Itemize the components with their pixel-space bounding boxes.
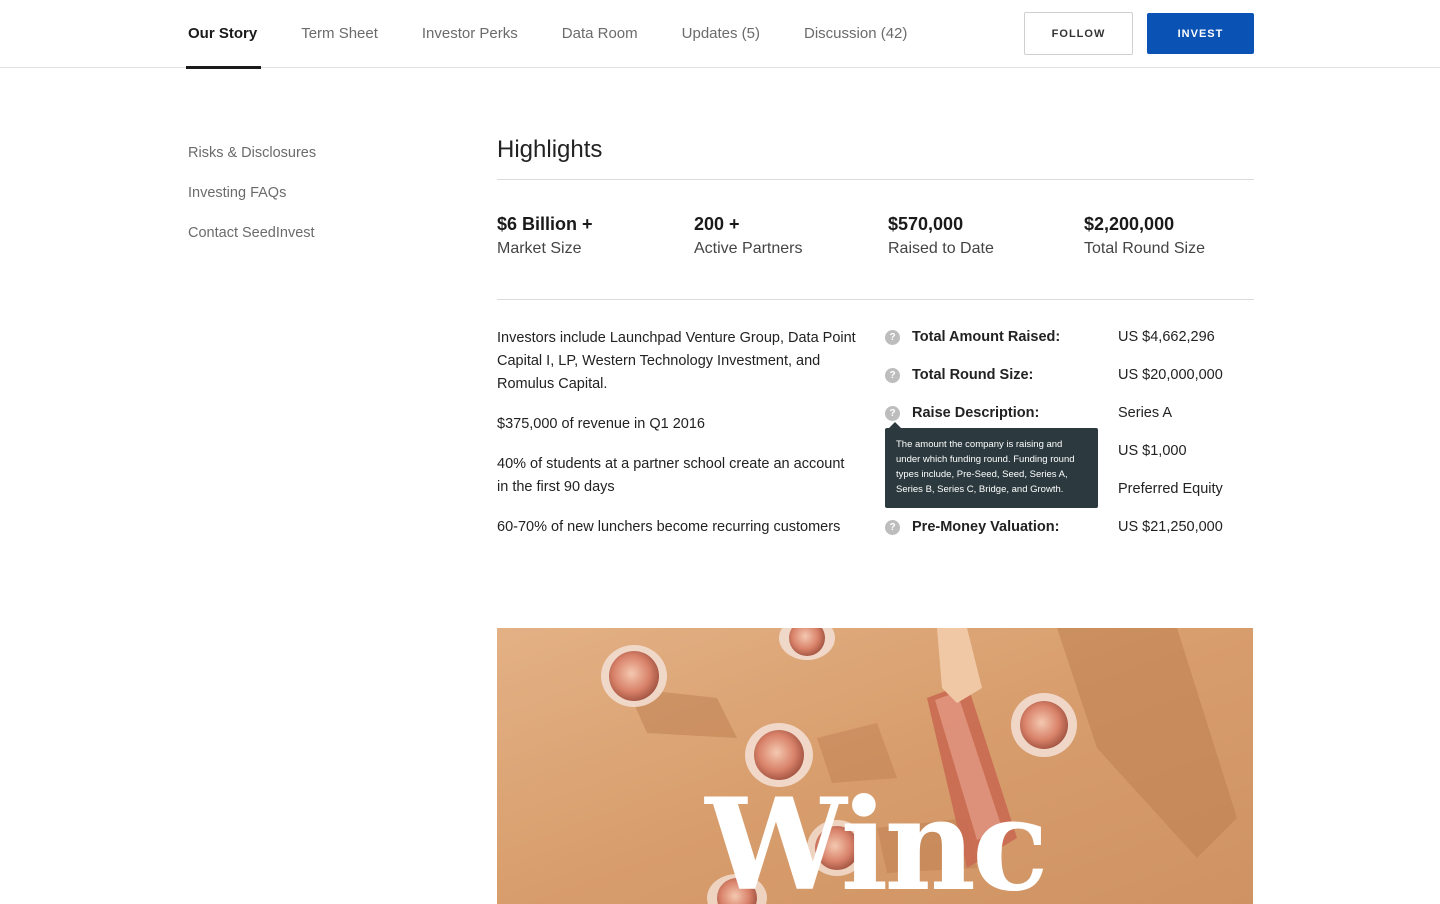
tab-our-story[interactable]: Our Story (185, 0, 262, 69)
term-label: Raise Description: (912, 405, 1040, 421)
tab-discussion[interactable]: Discussion (42) (804, 0, 907, 68)
term-value: US $4,662,296 (1118, 329, 1215, 345)
stat-label: Market Size (497, 240, 582, 257)
highlight-bullet: 60-70% of new lunchers become recurring … (497, 519, 841, 535)
term-row-total-round-size: ? Total Round Size: US $20,000,000 (885, 365, 1255, 403)
top-navigation: Our Story Term Sheet Investor Perks Data… (0, 0, 1440, 69)
tab-investor-perks[interactable]: Investor Perks (422, 0, 518, 68)
highlight-bullets: Investors include Launchpad Venture Grou… (497, 327, 857, 556)
term-value: Series A (1118, 405, 1172, 421)
question-mark-icon[interactable]: ? (885, 368, 900, 383)
invest-button[interactable]: INVEST (1147, 13, 1254, 54)
stat-value: $2,200,000 (1084, 214, 1175, 234)
sidebar: Risks & Disclosures Investing FAQs Conta… (188, 143, 316, 263)
stat-value: $570,000 (888, 214, 964, 234)
question-mark-icon[interactable]: ? (885, 520, 900, 535)
term-label: Pre-Money Valuation: (912, 519, 1060, 535)
sidebar-link-investing-faqs[interactable]: Investing FAQs (188, 183, 316, 223)
stat-market-size: $6 Billion + Market Size (497, 212, 593, 262)
stats-row: $6 Billion + Market Size 200 + Active Pa… (497, 180, 1254, 299)
details-block: Investors include Launchpad Venture Grou… (497, 300, 1254, 560)
section-title: Highlights (497, 136, 603, 163)
stat-total-round-size: $2,200,000 Total Round Size (1084, 212, 1205, 262)
winc-hero-image: Winc (497, 628, 1253, 904)
tab-updates[interactable]: Updates (5) (682, 0, 760, 68)
question-mark-icon[interactable]: ? (885, 406, 900, 421)
term-label: Total Amount Raised: (912, 329, 1061, 345)
highlight-bullet: $375,000 of revenue in Q1 2016 (497, 416, 705, 432)
tab-data-room[interactable]: Data Room (562, 0, 638, 68)
term-value: Preferred Equity (1118, 481, 1223, 497)
stat-label: Total Round Size (1084, 240, 1205, 257)
tooltip-text: The amount the company is raising and un… (896, 439, 1075, 495)
tab-term-sheet[interactable]: Term Sheet (301, 0, 378, 68)
raise-description-tooltip: The amount the company is raising and un… (885, 422, 1098, 508)
highlight-bullet: 40% of students at a partner school crea… (497, 456, 845, 495)
term-label: Total Round Size: (912, 367, 1034, 383)
sidebar-link-risks-disclosures[interactable]: Risks & Disclosures (188, 143, 316, 183)
highlight-bullet: Investors include Launchpad Venture Grou… (497, 330, 856, 392)
stat-label: Active Partners (694, 240, 803, 257)
stat-value: $6 Billion + (497, 214, 593, 234)
highlights-section: Highlights $6 Billion + Market Size 200 … (497, 130, 1254, 560)
term-value: US $21,250,000 (1118, 519, 1223, 535)
term-row-total-amount-raised: ? Total Amount Raised: US $4,662,296 (885, 327, 1255, 365)
follow-button[interactable]: FOLLOW (1024, 12, 1133, 55)
sidebar-link-contact[interactable]: Contact SeedInvest (188, 223, 316, 263)
question-mark-icon[interactable]: ? (885, 330, 900, 345)
stat-value: 200 + (694, 214, 740, 234)
tab-bar: Our Story Term Sheet Investor Perks Data… (185, 0, 951, 69)
term-value: US $1,000 (1118, 443, 1187, 459)
term-value: US $20,000,000 (1118, 367, 1223, 383)
term-row-pre-money-valuation: ? Pre-Money Valuation: US $21,250,000 (885, 517, 1255, 555)
stat-active-partners: 200 + Active Partners (694, 212, 802, 262)
stat-raised-to-date: $570,000 Raised to Date (888, 212, 994, 262)
winc-logo: Winc (705, 771, 1048, 904)
stat-label: Raised to Date (888, 240, 994, 257)
